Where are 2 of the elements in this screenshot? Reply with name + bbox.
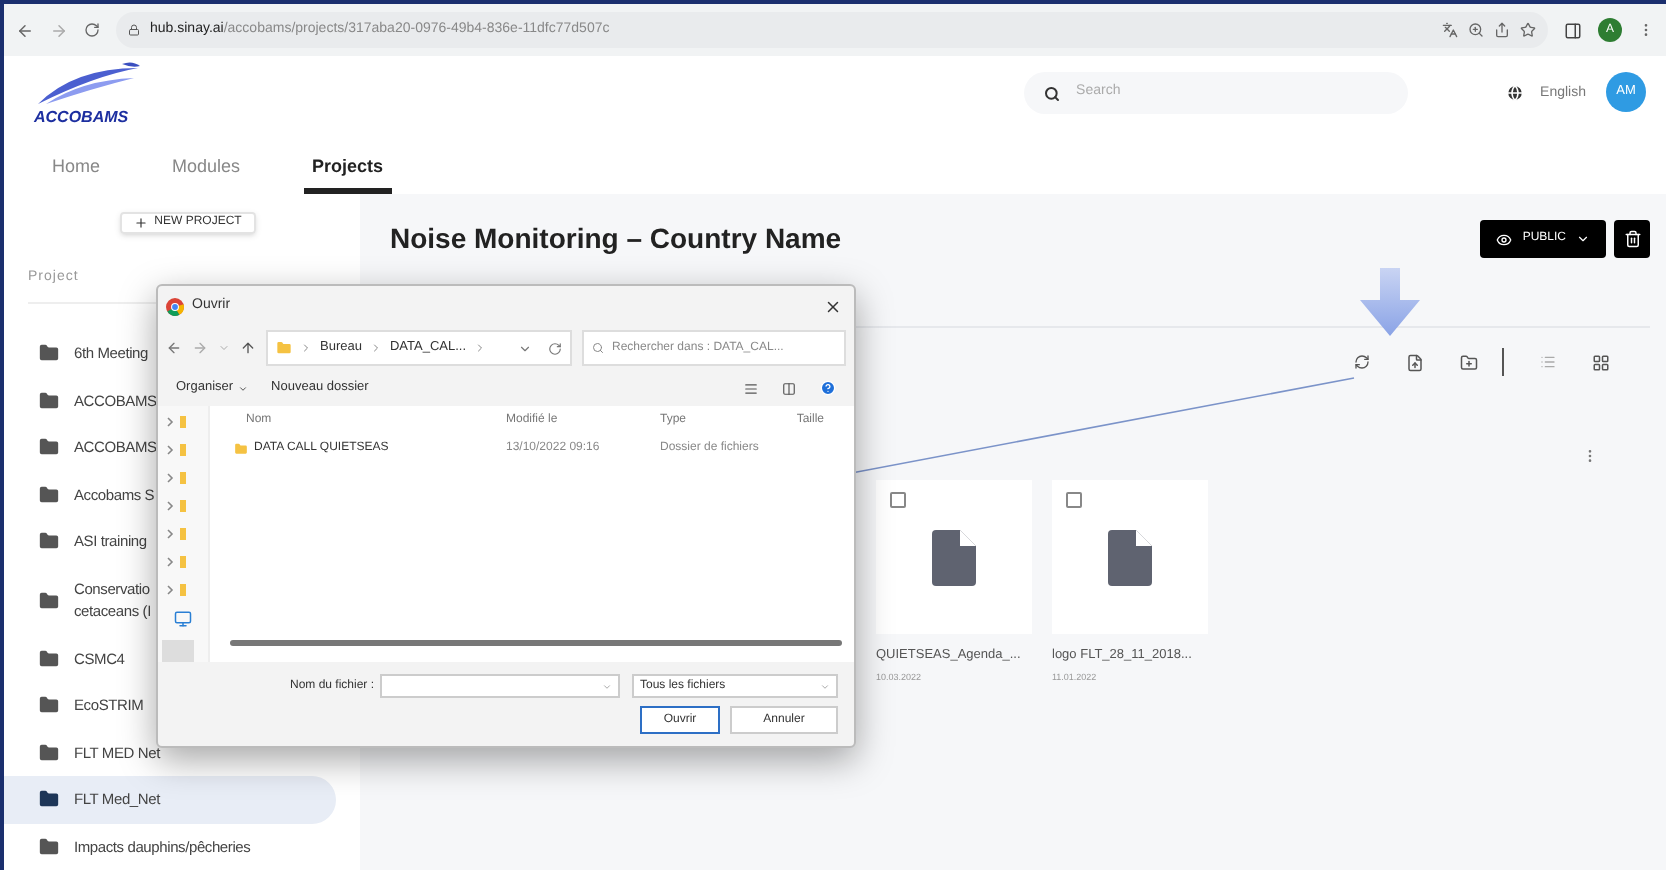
logo-text: ACCOBAMS (34, 108, 131, 126)
project-title: Noise Monitoring – Country Name (390, 220, 842, 258)
